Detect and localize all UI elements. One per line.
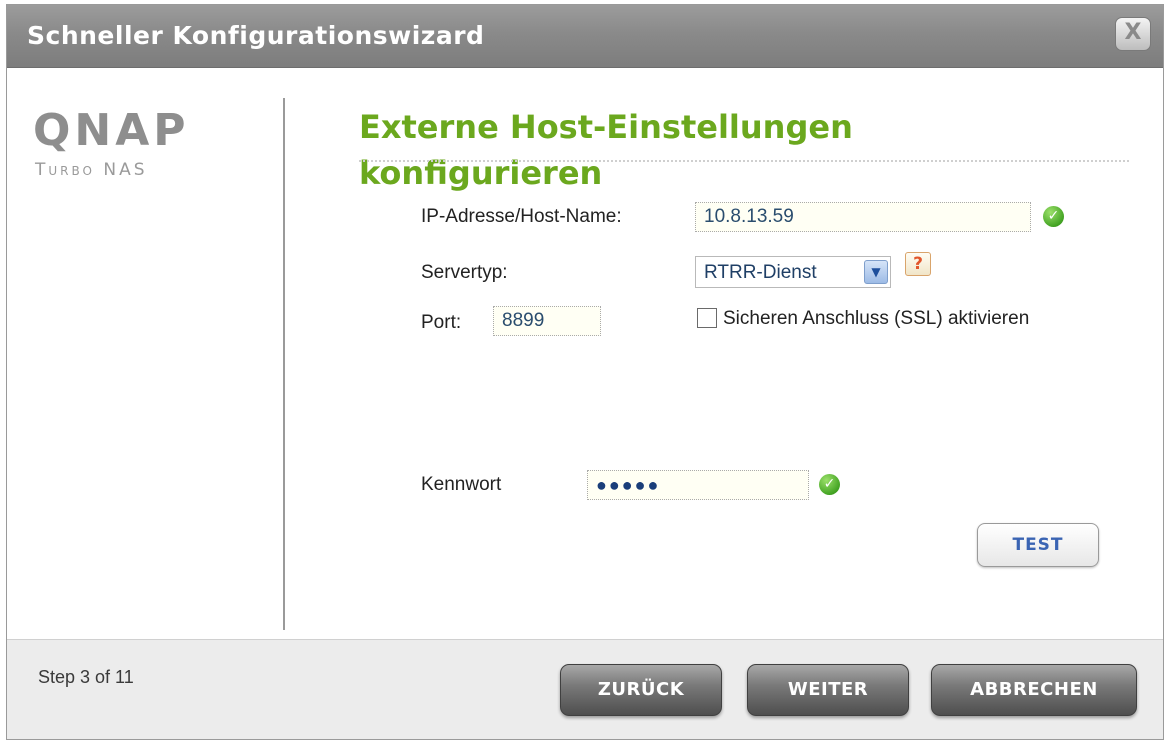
host-input[interactable]: 10.8.13.59	[695, 202, 1031, 232]
test-button[interactable]: TEST	[977, 523, 1099, 567]
wizard-footer: Step 3 of 11 ZURÜCK WEITER ABBRECHEN	[7, 639, 1163, 739]
vertical-divider	[283, 98, 285, 630]
next-button[interactable]: WEITER	[747, 664, 909, 716]
page-title-line1: Externe Host-Einstellungen	[359, 108, 853, 146]
ssl-checkbox[interactable]	[697, 308, 717, 328]
wizard-dialog: Schneller Konfigurationswizard X QNAP Tu…	[6, 4, 1164, 740]
step-indicator: Step 3 of 11	[38, 667, 134, 687]
title-bar: Schneller Konfigurationswizard X	[7, 5, 1163, 68]
close-button[interactable]: X	[1115, 17, 1151, 51]
help-icon[interactable]: ?	[905, 252, 931, 276]
wizard-content: QNAP Turbo NAS Externe Host-Einstellunge…	[7, 68, 1163, 642]
server-type-select[interactable]: RTRR-Dienst ▼	[695, 256, 891, 288]
host-label: IP-Adresse/Host-Name:	[421, 206, 622, 227]
password-input[interactable]: ●●●●●	[587, 470, 809, 500]
back-button[interactable]: ZURÜCK	[560, 664, 722, 716]
server-type-label: Servertyp:	[421, 262, 508, 283]
page-title: Externe Host-Einstellungen konfigurieren	[359, 104, 979, 196]
host-valid-check-icon: ✓	[1043, 206, 1064, 227]
password-label: Kennwort	[421, 474, 502, 495]
password-valid-check-icon: ✓	[819, 474, 840, 495]
server-type-selected: RTRR-Dienst	[704, 262, 817, 283]
ssl-label: Sicheren Anschluss (SSL) aktivieren	[723, 308, 1030, 329]
qnap-logo: QNAP	[33, 105, 190, 156]
logo-subtitle: Turbo NAS	[35, 160, 148, 180]
port-label: Port:	[421, 312, 462, 333]
chevron-down-icon: ▼	[864, 260, 888, 284]
close-icon: X	[1124, 20, 1142, 45]
cancel-button[interactable]: ABBRECHEN	[931, 664, 1137, 716]
port-input[interactable]: 8899	[493, 306, 601, 336]
window-title: Schneller Konfigurationswizard	[27, 21, 485, 50]
heading-divider	[359, 160, 1129, 162]
